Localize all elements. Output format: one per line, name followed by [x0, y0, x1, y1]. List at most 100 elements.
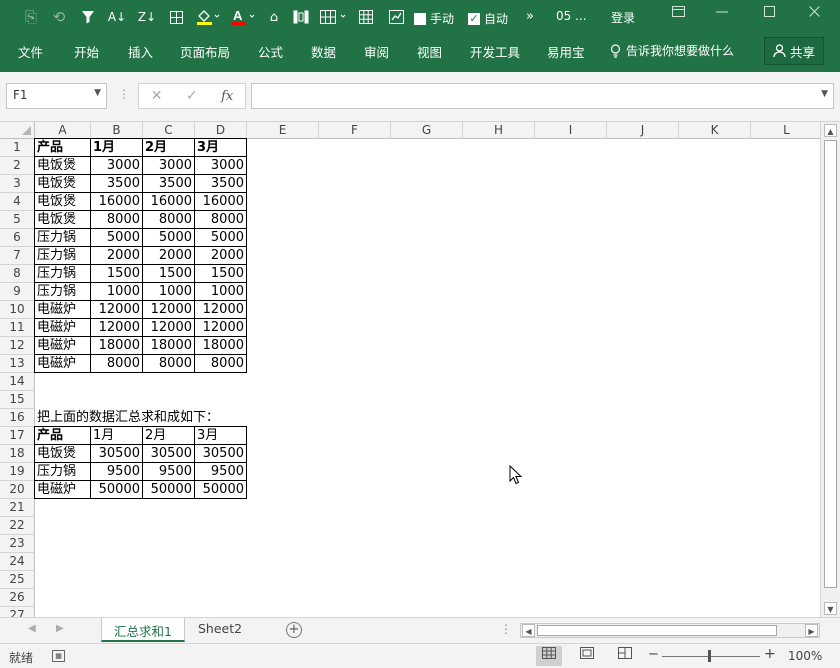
table1-cell[interactable]: 18000	[91, 337, 143, 355]
table2-cell[interactable]: 50000	[143, 481, 195, 499]
table2-header-cell[interactable]: 1月	[91, 426, 143, 445]
table1-header-cell[interactable]: 1月	[91, 138, 143, 157]
column-header-c[interactable]: C	[143, 122, 195, 139]
row-header-5[interactable]: 5	[0, 211, 35, 229]
scroll-down-icon[interactable]: ▼	[824, 602, 837, 615]
table1-cell[interactable]: 12000	[91, 301, 143, 319]
table1-cell[interactable]: 8000	[91, 211, 143, 229]
column-header-k[interactable]: K	[679, 122, 751, 139]
tab-developer[interactable]: 开发工具	[470, 42, 520, 61]
tab-formulas[interactable]: 公式	[258, 42, 283, 61]
tab-splitter-icon[interactable]: ⋮	[500, 622, 512, 636]
table1-cell[interactable]: 3500	[195, 175, 247, 193]
table1-cell[interactable]: 16000	[91, 193, 143, 211]
more-commands-icon[interactable]: »	[526, 9, 534, 24]
zoom-slider-track[interactable]	[662, 656, 760, 657]
row-header-19[interactable]: 19	[0, 463, 35, 481]
table1-cell[interactable]: 3500	[91, 175, 143, 193]
row-header-11[interactable]: 11	[0, 319, 35, 337]
table1-cell[interactable]: 5000	[143, 229, 195, 247]
table1-cell[interactable]: 8000	[195, 355, 247, 373]
table1-cell[interactable]: 8000	[143, 211, 195, 229]
table1-cell[interactable]: 16000	[143, 193, 195, 211]
sort-descending-icon[interactable]: Z↓	[136, 0, 158, 34]
table1-cell[interactable]: 电磁炉	[34, 355, 91, 373]
login-link[interactable]: 登录	[611, 9, 635, 26]
row-header-2[interactable]: 2	[0, 157, 35, 175]
column-header-b[interactable]: B	[91, 122, 143, 139]
column-header-g[interactable]: G	[391, 122, 463, 139]
row-header-23[interactable]: 23	[0, 535, 35, 553]
merge-cells-icon[interactable]	[318, 0, 350, 34]
zoom-out-icon[interactable]: −	[648, 647, 659, 662]
expand-formula-icon[interactable]: ▼	[821, 89, 828, 99]
row-header-27[interactable]: 27	[0, 607, 35, 617]
summary-note[interactable]: 把上面的数据汇总求和成如下：	[35, 409, 265, 427]
row-header-9[interactable]: 9	[0, 283, 35, 301]
ribbon-display-icon[interactable]	[663, 6, 693, 26]
table1-cell[interactable]: 1500	[91, 265, 143, 283]
row-header-7[interactable]: 7	[0, 247, 35, 265]
table1-header-cell[interactable]: 产品	[34, 138, 91, 157]
row-header-4[interactable]: 4	[0, 193, 35, 211]
filter-icon[interactable]	[78, 0, 98, 34]
table1-cell[interactable]: 电饭煲	[34, 175, 91, 193]
table2-cell[interactable]: 50000	[195, 481, 247, 499]
tab-file[interactable]: 文件	[18, 42, 43, 61]
table1-cell[interactable]: 3500	[143, 175, 195, 193]
vertical-scrollbar[interactable]: ▲ ▼	[820, 122, 840, 617]
table1-cell[interactable]: 电磁炉	[34, 301, 91, 319]
table-icon[interactable]	[356, 0, 376, 34]
prev-sheet-icon[interactable]: ◀	[28, 623, 36, 634]
column-header-i[interactable]: I	[535, 122, 607, 139]
table1-cell[interactable]: 8000	[91, 355, 143, 373]
column-header-a[interactable]: A	[35, 122, 91, 139]
table1-cell[interactable]: 3000	[91, 157, 143, 175]
share-button[interactable]: 共享	[764, 37, 824, 65]
select-all-corner[interactable]	[0, 122, 35, 139]
table2-cell[interactable]: 电饭煲	[34, 445, 91, 463]
close-icon[interactable]	[800, 6, 830, 26]
table1-cell[interactable]: 12000	[143, 301, 195, 319]
zoom-slider-thumb[interactable]	[708, 650, 711, 662]
table2-cell[interactable]: 30500	[195, 445, 247, 463]
insert-column-icon[interactable]	[290, 0, 312, 34]
table1-cell[interactable]: 5000	[195, 229, 247, 247]
chart-icon[interactable]	[386, 0, 406, 34]
table2-cell[interactable]: 50000	[91, 481, 143, 499]
tab-insert[interactable]: 插入	[128, 42, 153, 61]
row-header-1[interactable]: 1	[0, 139, 35, 157]
row-header-15[interactable]: 15	[0, 391, 35, 409]
table1-cell[interactable]: 18000	[143, 337, 195, 355]
sheet-tab-sheet2[interactable]: Sheet2	[186, 618, 254, 642]
row-header-10[interactable]: 10	[0, 301, 35, 319]
column-header-j[interactable]: J	[607, 122, 679, 139]
table2-cell[interactable]: 电磁炉	[34, 481, 91, 499]
formula-input[interactable]: ▼	[251, 83, 834, 109]
table1-cell[interactable]: 12000	[91, 319, 143, 337]
table2-header-cell[interactable]: 产品	[34, 426, 91, 445]
row-header-26[interactable]: 26	[0, 589, 35, 607]
horizontal-scrollbar[interactable]: ◀ ▶	[520, 623, 820, 638]
table1-cell[interactable]: 18000	[195, 337, 247, 355]
worksheet-grid[interactable]: A B C D E F G H I J K L 1 2 3 4 5 6 7 8 9 10 11 12 13 14 15 16 17 18 1…	[0, 122, 820, 617]
scroll-up-icon[interactable]: ▲	[824, 124, 837, 137]
tab-view[interactable]: 视图	[417, 42, 442, 61]
sheet-tab-summary[interactable]: 汇总求和1	[101, 618, 185, 642]
fill-color-icon[interactable]	[194, 0, 222, 34]
chevron-down-icon[interactable]: ▼	[94, 88, 101, 98]
page-break-view-icon[interactable]	[612, 646, 638, 666]
row-header-8[interactable]: 8	[0, 265, 35, 283]
table1-cell[interactable]: 电饭煲	[34, 157, 91, 175]
normal-view-icon[interactable]	[536, 646, 562, 666]
manual-calc-checkbox[interactable]: 手动	[414, 10, 454, 27]
row-header-13[interactable]: 13	[0, 355, 35, 373]
table1-cell[interactable]: 电磁炉	[34, 319, 91, 337]
borders-icon[interactable]	[166, 0, 186, 34]
cancel-icon[interactable]: ✕	[151, 88, 163, 104]
scroll-right-icon[interactable]: ▶	[805, 624, 818, 637]
table1-cell[interactable]: 压力锅	[34, 265, 91, 283]
scroll-left-icon[interactable]: ◀	[522, 624, 535, 637]
tab-review[interactable]: 审阅	[364, 42, 389, 61]
table1-cell[interactable]: 压力锅	[34, 247, 91, 265]
